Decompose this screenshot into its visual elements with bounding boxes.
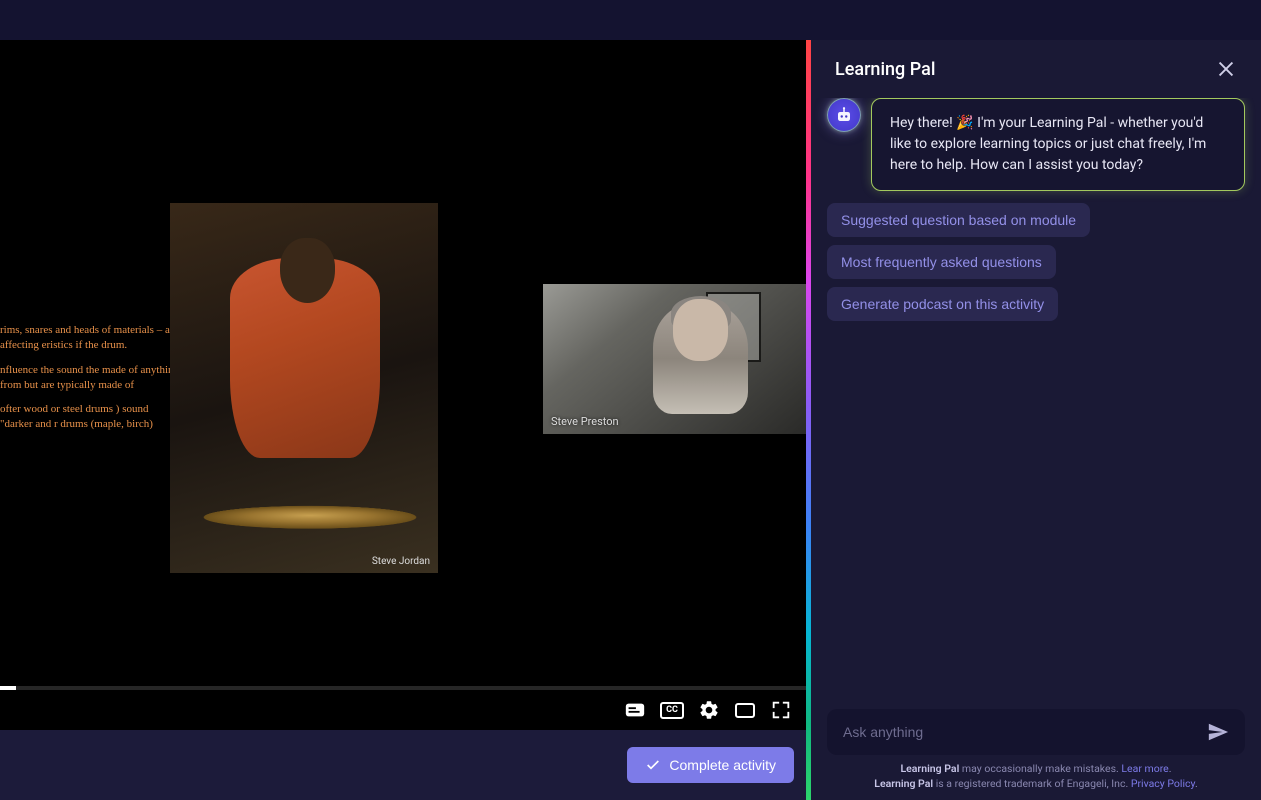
suggestion-generate-podcast[interactable]: Generate podcast on this activity (827, 287, 1058, 321)
chat-input[interactable] (843, 724, 1207, 740)
captions-icon[interactable]: CC (660, 702, 684, 719)
video-area: rims, snares and heads of materials – al… (0, 40, 806, 800)
drummer-image: Steve Jordan (170, 203, 438, 573)
disclaimer-text: is a registered trademark of Engageli, I… (933, 777, 1131, 790)
drummer-caption: Steve Jordan (372, 556, 430, 567)
slide-line: nfluence the sound the made of anything … (0, 363, 180, 393)
below-video-bar: Complete activity (0, 730, 806, 800)
slide-line: rims, snares and heads of materials – al… (0, 323, 180, 353)
chat-title: Learning Pal (835, 59, 935, 80)
video-player[interactable]: rims, snares and heads of materials – al… (0, 40, 806, 730)
disclaimer-brand: Learning Pal (874, 777, 933, 790)
suggestion-faq[interactable]: Most frequently asked questions (827, 245, 1056, 279)
chat-header: Learning Pal (811, 40, 1261, 98)
transcript-icon[interactable] (624, 699, 646, 721)
chat-body: Hey there! 🎉 I'm your Learning Pal - whe… (811, 98, 1261, 699)
learn-more-link[interactable]: Lear more (1121, 762, 1168, 775)
slide-text: rims, snares and heads of materials – al… (0, 323, 180, 442)
complete-button-label: Complete activity (669, 757, 776, 773)
chat-panel: Learning Pal Hey there! 🎉 I'm your Learn… (811, 40, 1261, 800)
complete-activity-button[interactable]: Complete activity (627, 747, 794, 783)
top-bar (0, 0, 1261, 40)
suggestion-list: Suggested question based on module Most … (827, 203, 1245, 321)
chat-footer: Learning Pal may occasionally make mista… (811, 699, 1261, 800)
lecture-slide: rims, snares and heads of materials – al… (0, 88, 540, 523)
suggestion-module-question[interactable]: Suggested question based on module (827, 203, 1090, 237)
fullscreen-icon[interactable] (770, 699, 792, 721)
send-icon[interactable] (1207, 721, 1229, 743)
privacy-policy-link[interactable]: Privacy Policy (1131, 777, 1195, 790)
main-container: rims, snares and heads of materials – al… (0, 40, 1261, 800)
disclaimer-brand: Learning Pal (900, 762, 959, 775)
miniplayer-icon[interactable] (734, 699, 756, 721)
bot-message-row: Hey there! 🎉 I'm your Learning Pal - whe… (827, 98, 1245, 191)
disclaimer-text: may occasionally make mistakes. (959, 762, 1121, 775)
chat-disclaimer: Learning Pal may occasionally make mista… (827, 761, 1245, 793)
check-icon (645, 757, 661, 773)
chat-input-container (827, 709, 1245, 755)
presenter-webcam: Steve Preston (543, 284, 806, 434)
bot-greeting-message: Hey there! 🎉 I'm your Learning Pal - whe… (871, 98, 1245, 191)
bot-avatar-icon (827, 98, 861, 132)
video-controls: CC (0, 690, 806, 730)
close-icon[interactable] (1215, 58, 1237, 80)
settings-gear-icon[interactable] (698, 699, 720, 721)
slide-line: ofter wood or steel drums ) sound "darke… (0, 402, 180, 432)
webcam-caption: Steve Preston (551, 415, 619, 428)
